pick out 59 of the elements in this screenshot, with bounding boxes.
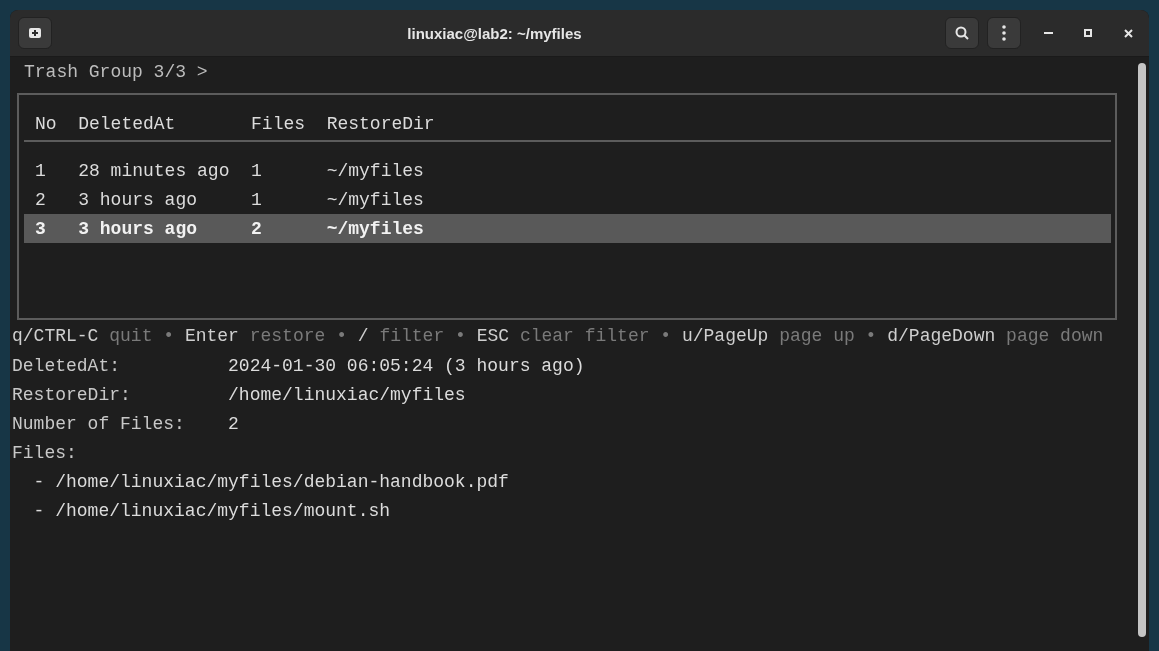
- menu-button[interactable]: [987, 17, 1021, 49]
- key-action: restore: [249, 326, 326, 346]
- detail-label: Files:: [12, 442, 77, 463]
- window-title: linuxiac@lab2: ~/myfiles: [406, 24, 583, 42]
- separator-dot: •: [336, 326, 347, 346]
- list-marker: -: [33, 500, 45, 521]
- table-cell-text: 3: [35, 218, 47, 239]
- list-marker: -: [33, 471, 45, 492]
- table-cell-text: 1: [35, 160, 47, 181]
- table-cell-text: 1: [251, 189, 263, 210]
- breadcrumb: Trash Group 3/3 >: [23, 60, 209, 84]
- minimize-icon: [1043, 32, 1053, 34]
- key-action: page down: [1006, 326, 1104, 346]
- detail-label: DeletedAt:: [12, 355, 122, 376]
- table-row[interactable]: 2 3 hours ago 1 ~/myfiles: [24, 185, 1111, 214]
- maximize-icon: [1084, 29, 1092, 37]
- detail-label: RestoreDir:: [12, 384, 132, 405]
- separator-dot: •: [163, 326, 175, 346]
- column-header: Files: [251, 113, 307, 134]
- separator-dot: •: [455, 326, 466, 346]
- key-hint: d/PageDown: [887, 326, 996, 346]
- key-hint: u/PageUp: [681, 326, 769, 346]
- table-cell-text: 1: [251, 160, 263, 181]
- table-cell-text: ~/myfiles: [326, 189, 425, 210]
- key-hint: /: [357, 326, 369, 346]
- table-cell-text: 3 hours ago: [78, 189, 199, 210]
- menu-icon: [1002, 25, 1006, 41]
- table-cell-text: 2: [35, 189, 47, 210]
- detail-value: /home/linuxiac/myfiles: [228, 384, 467, 405]
- table-cell-text: 28 minutes ago: [78, 160, 231, 181]
- close-icon: [1123, 28, 1133, 38]
- detail-label: Number of Files:: [12, 413, 186, 434]
- table-cell-text: ~/myfiles: [326, 218, 425, 239]
- search-icon: [955, 26, 969, 40]
- new-tab-button[interactable]: [18, 17, 52, 49]
- table-cell-text: 2: [251, 218, 263, 239]
- key-hint: q/CTRL-C: [12, 326, 99, 346]
- table-row[interactable]: 1 28 minutes ago 1 ~/myfiles: [24, 156, 1111, 185]
- key-action: clear filter: [519, 326, 650, 346]
- key-hint: ESC: [476, 326, 510, 346]
- new-tab-icon: [28, 26, 42, 40]
- table-cell-text: ~/myfiles: [326, 160, 425, 181]
- file-path: /home/linuxiac/myfiles/debian-handbook.pdf: [55, 471, 509, 492]
- key-action: page up: [779, 326, 855, 346]
- selected-table-row[interactable]: 3 3 hours ago 2 ~/myfiles: [24, 214, 1111, 243]
- separator-dot: •: [865, 326, 877, 346]
- key-action: filter: [379, 326, 445, 346]
- scrollbar-thumb[interactable]: [1138, 63, 1146, 637]
- detail-value: 2: [228, 413, 240, 434]
- file-path: /home/linuxiac/myfiles/mount.sh: [55, 500, 391, 521]
- key-action: quit: [109, 326, 153, 346]
- search-button[interactable]: [945, 17, 979, 49]
- key-hint: Enter: [184, 326, 239, 346]
- column-header: RestoreDir: [326, 113, 436, 134]
- table-cell-text: 3 hours ago: [78, 218, 199, 239]
- column-header: No: [35, 113, 58, 134]
- column-header: DeletedAt: [78, 113, 177, 134]
- detail-value: 2024-01-30 06:05:24 (3 hours ago): [228, 355, 586, 376]
- separator-dot: •: [660, 326, 672, 346]
